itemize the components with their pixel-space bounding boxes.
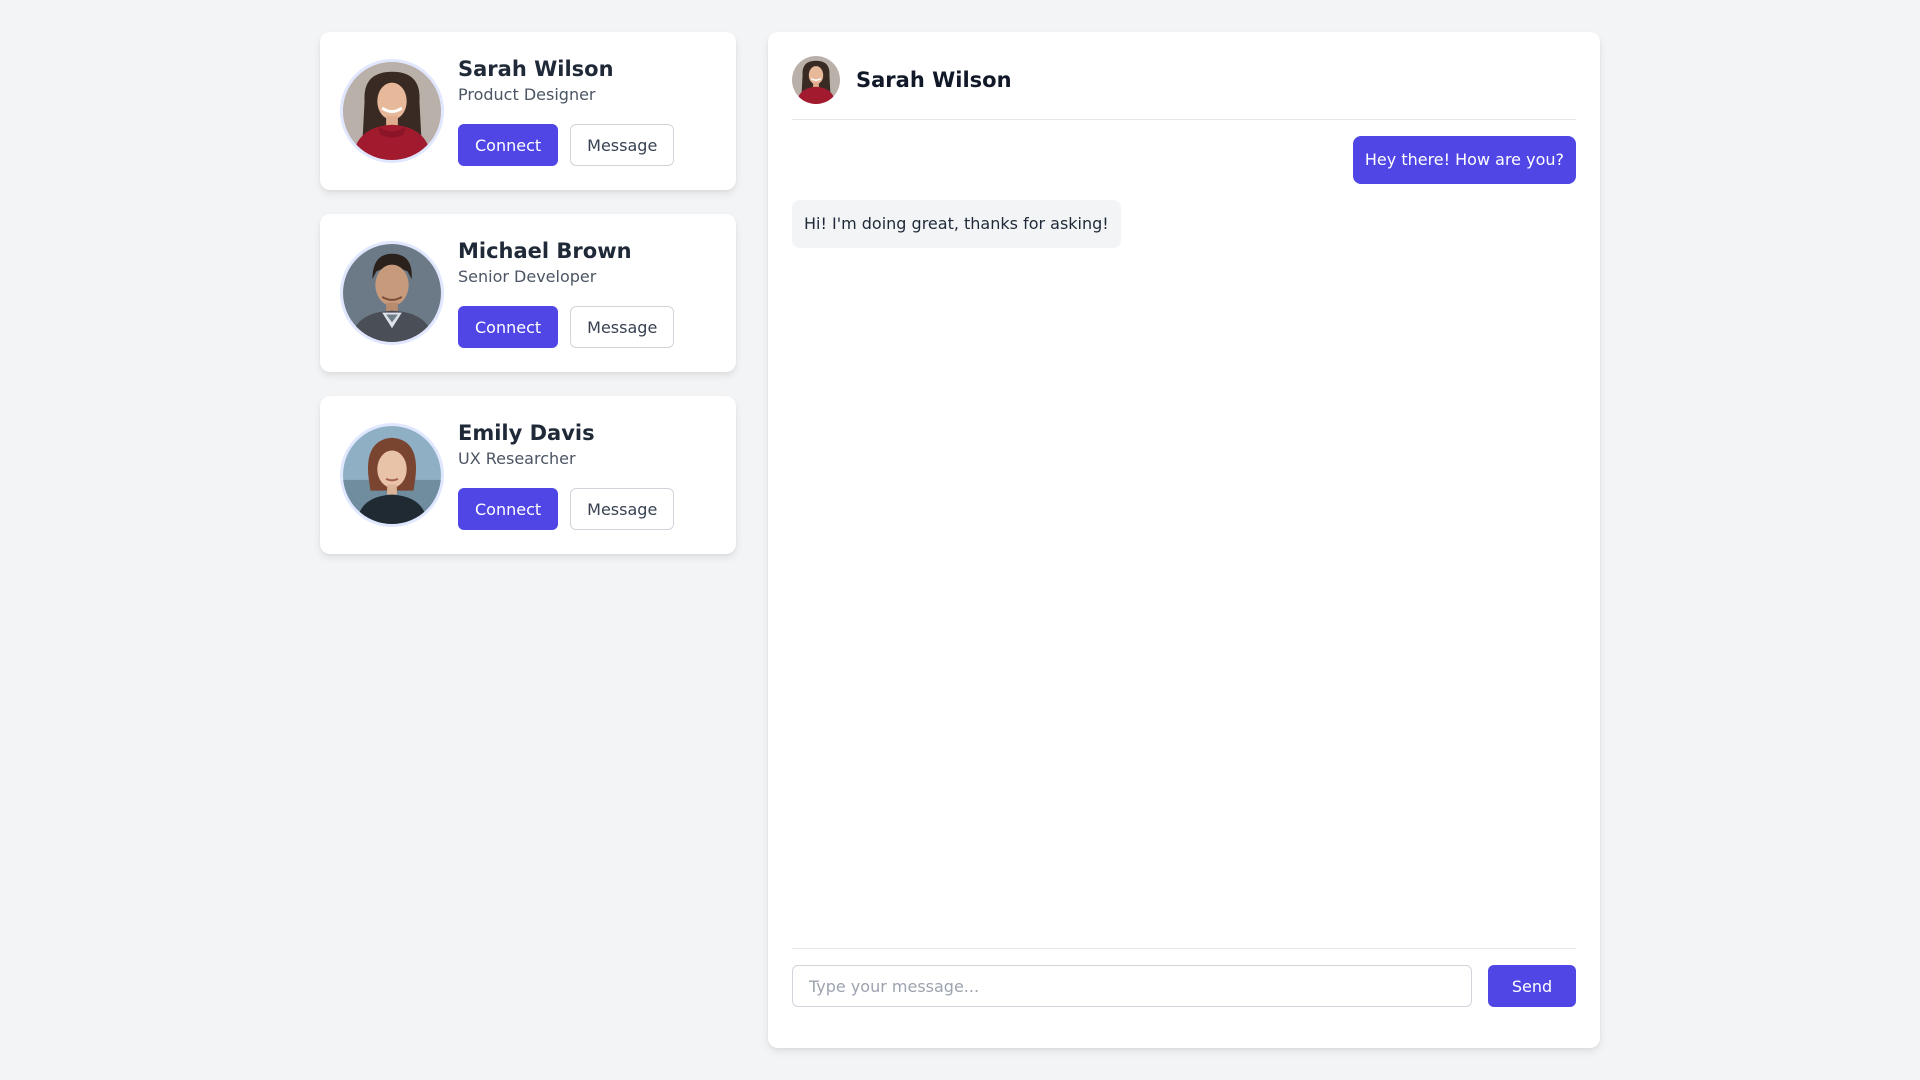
message-list: Hey there! How are you? Hi! I'm doing gr… [792, 120, 1576, 248]
connect-button[interactable]: Connect [458, 306, 559, 348]
contact-name: Emily Davis [458, 421, 595, 445]
contact-card-sarah-wilson: Sarah Wilson Product Designer Connect Me… [320, 32, 736, 190]
contact-role: Product Designer [458, 85, 596, 104]
message-input[interactable] [792, 965, 1472, 1007]
chat-panel: Sarah Wilson Hey there! How are you? Hi!… [768, 32, 1600, 1048]
avatar-photo-man [343, 244, 441, 342]
contact-name: Sarah Wilson [458, 57, 614, 81]
contact-role: Senior Developer [458, 267, 597, 286]
avatar[interactable] [340, 423, 444, 527]
avatar[interactable] [340, 241, 444, 345]
message-button[interactable]: Message [570, 306, 675, 348]
contact-card-emily-davis: Emily Davis UX Researcher Connect Messag… [320, 396, 736, 554]
contact-info: Emily Davis UX Researcher Connect Messag… [458, 420, 675, 530]
contact-actions: Connect Message [458, 124, 675, 166]
avatar-photo-woman-red [343, 62, 441, 160]
message-composer: Send [792, 948, 1576, 1007]
contact-card-list: Sarah Wilson Product Designer Connect Me… [320, 32, 736, 1048]
contact-name: Michael Brown [458, 239, 632, 263]
send-button[interactable]: Send [1488, 965, 1576, 1007]
avatar-photo-woman-auburn [343, 426, 441, 524]
contact-info: Michael Brown Senior Developer Connect M… [458, 238, 675, 348]
contact-info: Sarah Wilson Product Designer Connect Me… [458, 56, 675, 166]
connect-button[interactable]: Connect [458, 488, 559, 530]
avatar [792, 55, 840, 104]
message-bubble-sent: Hey there! How are you? [1352, 136, 1576, 184]
app-container: Sarah Wilson Product Designer Connect Me… [320, 32, 1600, 1048]
message-button[interactable]: Message [570, 488, 675, 530]
avatar[interactable] [340, 59, 444, 163]
contact-role: UX Researcher [458, 449, 576, 468]
chat-contact-name: Sarah Wilson [856, 67, 1012, 92]
message-button[interactable]: Message [570, 124, 675, 166]
connect-button[interactable]: Connect [458, 124, 559, 166]
chat-header: Sarah Wilson [792, 32, 1576, 120]
contact-card-michael-brown: Michael Brown Senior Developer Connect M… [320, 214, 736, 372]
contact-actions: Connect Message [458, 306, 675, 348]
message-bubble-received: Hi! I'm doing great, thanks for asking! [792, 200, 1121, 248]
avatar-photo-woman-red [792, 55, 840, 104]
contact-actions: Connect Message [458, 488, 675, 530]
